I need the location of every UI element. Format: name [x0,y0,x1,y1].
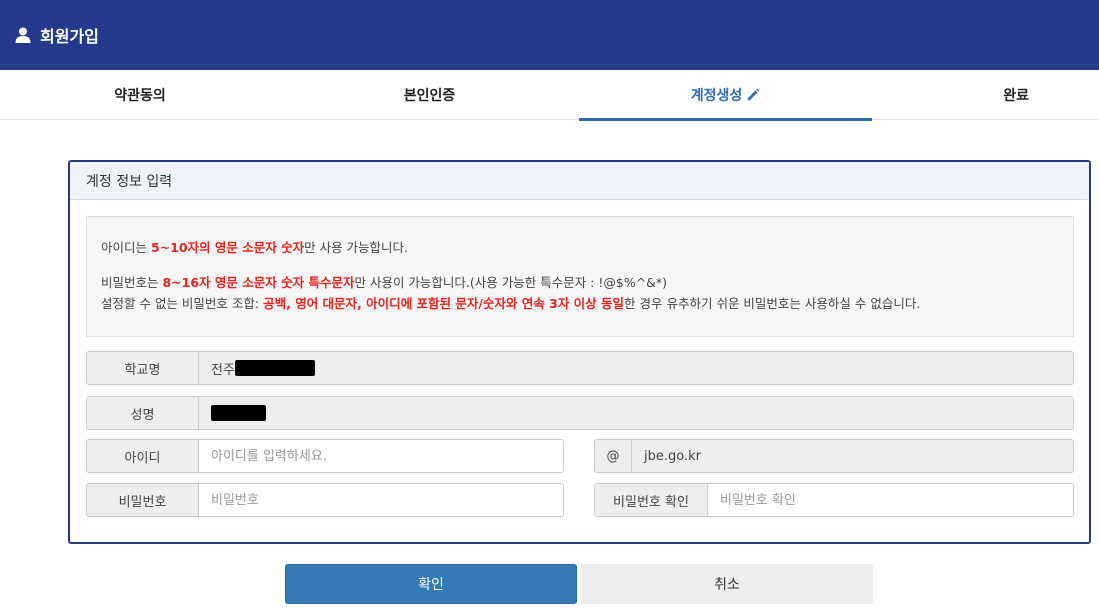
notice-password-restriction: 설정할 수 없는 비밀번호 조합: 공백, 영어 대문자, 아이디에 포함된 문… [101,296,921,311]
confirm-button[interactable]: 확인 [285,564,577,604]
page-header: 회원가입 [0,0,1099,70]
pencil-icon [746,88,760,102]
page-title: 회원가입 [40,27,99,46]
tab-label: 본인인증 [403,88,456,104]
password-label: 비밀번호 [86,483,199,517]
password-input[interactable] [199,483,564,517]
redacted-block [234,360,315,376]
password-confirm-row: 비밀번호 확인 [594,483,1074,517]
redacted-block [211,405,266,421]
tab-identity-verification[interactable]: 본인인증 [280,70,579,120]
tab-terms-agreement[interactable]: 약관동의 [0,70,280,120]
name-value [199,396,1074,430]
tab-label: 약관동의 [114,88,166,104]
school-value: 전주 [199,351,1074,385]
tab-label: 계정생성 [690,88,743,104]
tab-label: 완료 [1003,88,1029,104]
tab-account-creation[interactable]: 계정생성 [579,70,872,121]
userid-input[interactable] [199,439,564,473]
school-row: 학교명 전주 [86,351,1074,385]
at-sign-label: @ [594,439,632,473]
user-icon [14,26,32,44]
userid-label: 아이디 [86,439,199,473]
userid-row: 아이디 [86,439,564,473]
panel-heading: 계정 정보 입력 [70,162,1089,200]
email-domain: jbe.go.kr [632,439,1074,473]
school-label: 학교명 [86,351,199,385]
tab-complete[interactable]: 완료 [872,70,1099,120]
name-label: 성명 [86,396,199,430]
cancel-button[interactable]: 취소 [581,564,873,604]
password-row: 비밀번호 [86,483,564,517]
password-confirm-input[interactable] [708,483,1074,517]
notice-password-rule: 비밀번호는 8~16자 영문 소문자 숫자 특수문자만 사용이 가능합니다.(사… [101,275,668,290]
step-tabs: 약관동의 본인인증 계정생성 완료 [0,70,1099,121]
domain-row: @ jbe.go.kr [594,439,1074,473]
password-confirm-label: 비밀번호 확인 [594,483,708,517]
notice-id-rule: 아이디는 5~10자의 영문 소문자 숫자만 사용 가능합니다. [101,240,409,255]
rules-notice: 아이디는 5~10자의 영문 소문자 숫자만 사용 가능합니다. 비밀번호는 8… [86,216,1074,337]
account-info-panel: 계정 정보 입력 아이디는 5~10자의 영문 소문자 숫자만 사용 가능합니다… [68,160,1091,544]
name-row: 성명 [86,396,1074,430]
